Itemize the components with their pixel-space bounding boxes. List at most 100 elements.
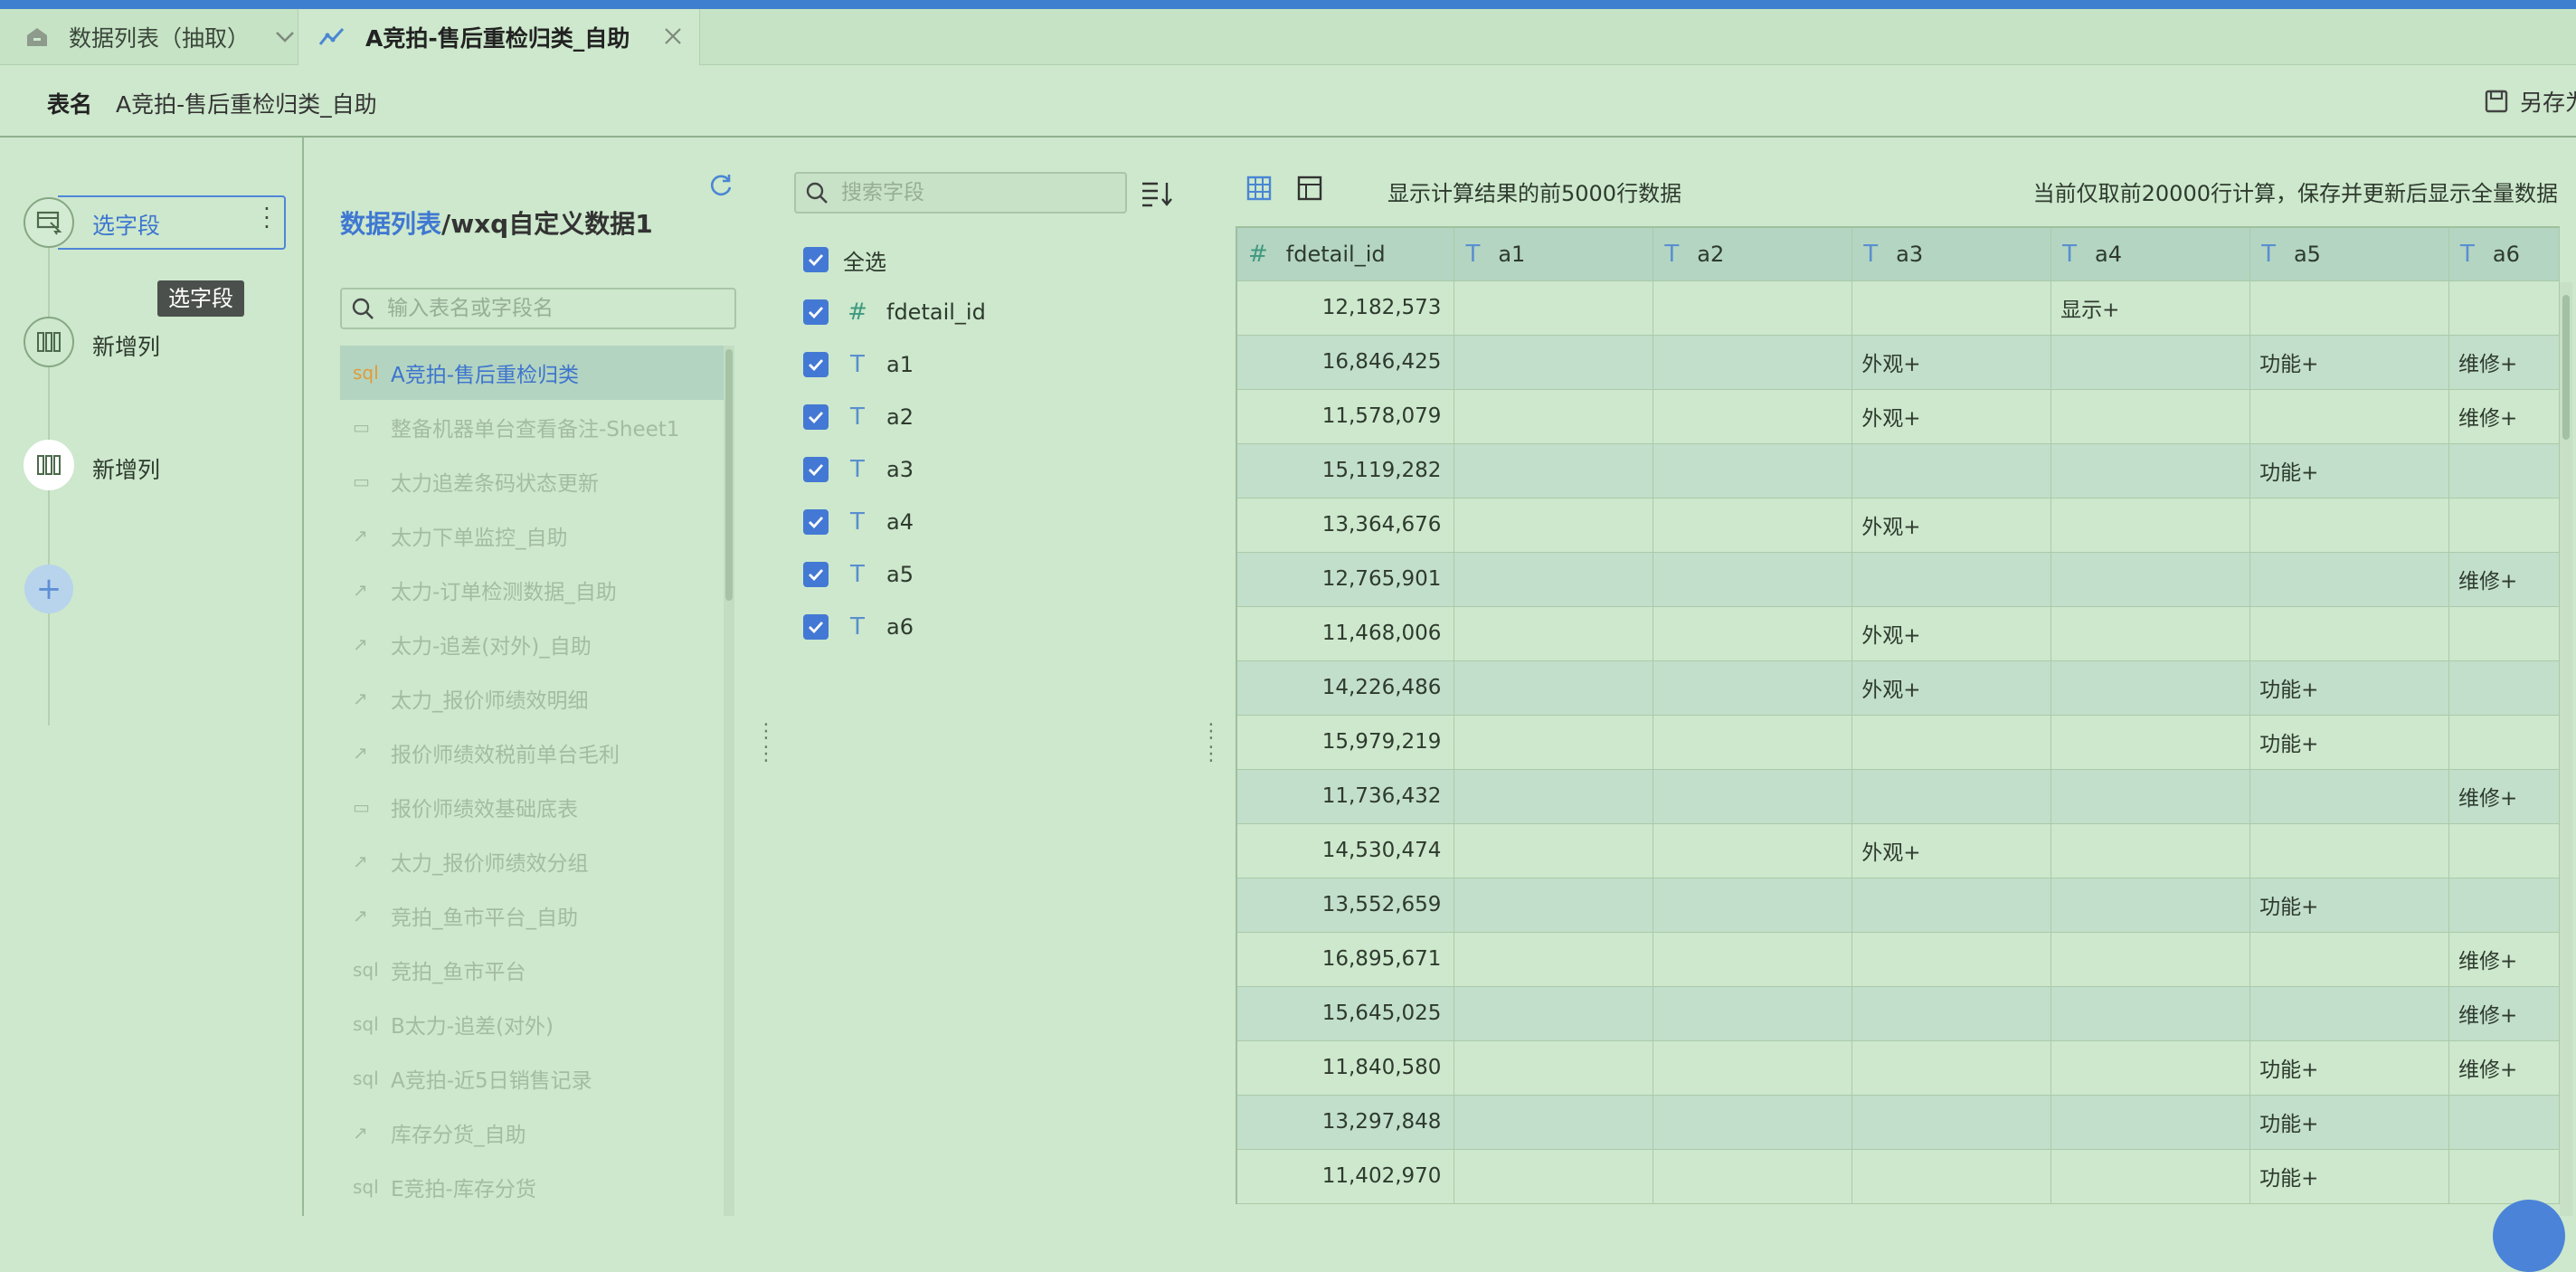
text-type-icon: T bbox=[2062, 240, 2078, 268]
table-list-item[interactable]: ↗ 报价师绩效税前单台毛利 bbox=[340, 726, 724, 780]
chevron-down-icon[interactable] bbox=[275, 31, 295, 43]
table-cell: 外观+ bbox=[1852, 606, 2052, 661]
table-cell bbox=[1852, 552, 2052, 607]
column-header[interactable]: Ta1 bbox=[1454, 228, 1654, 281]
tab-label: A竞拍-售后重检归类_自助 bbox=[365, 25, 630, 52]
database-icon: ▭ bbox=[353, 470, 370, 492]
column-header[interactable]: Ta2 bbox=[1653, 228, 1853, 281]
checkbox-checked-icon[interactable] bbox=[803, 509, 829, 535]
panel-resize-handle[interactable]: ⋮ ⋮ bbox=[756, 720, 776, 765]
search-icon bbox=[806, 182, 828, 204]
table-list-item-label: 太力_报价师绩效分组 bbox=[391, 852, 589, 876]
table-list-scrollbar[interactable] bbox=[724, 346, 734, 1216]
sort-icon[interactable] bbox=[1140, 179, 1176, 210]
field-row[interactable]: Ta1 bbox=[803, 338, 986, 391]
checkbox-checked-icon[interactable] bbox=[803, 562, 829, 587]
table-cell: 13,297,848 bbox=[1237, 1095, 1455, 1150]
select-all-label: 全选 bbox=[843, 249, 886, 275]
table-cell: 11,736,432 bbox=[1237, 769, 1455, 824]
save-as-label: 另存为 bbox=[2520, 90, 2576, 116]
field-list: 全选 # fdetail_id Ta1 Ta2 Ta3 Ta4 Ta5 Ta6 bbox=[803, 233, 986, 653]
table-cell: 功能+ bbox=[2249, 878, 2449, 933]
field-name: a1 bbox=[886, 352, 914, 377]
table-cell bbox=[1454, 1040, 1654, 1096]
table-list-item[interactable]: ↗ 竞拍_鱼市平台_自助 bbox=[340, 888, 724, 943]
checkbox-checked-icon[interactable] bbox=[803, 614, 829, 640]
table-cell bbox=[2050, 986, 2251, 1041]
field-row[interactable]: Ta6 bbox=[803, 601, 986, 653]
table-list-item[interactable]: ↗ 太力_报价师绩效分组 bbox=[340, 834, 724, 888]
database-icon: ▭ bbox=[353, 796, 370, 818]
table-cell bbox=[1852, 769, 2052, 824]
table-cell bbox=[2050, 823, 2251, 878]
panel-resize-handle[interactable]: ⋮ ⋮ bbox=[1201, 720, 1221, 765]
floating-help-button[interactable] bbox=[2493, 1200, 2565, 1272]
column-header[interactable]: Ta6 bbox=[2448, 228, 2561, 281]
column-header[interactable]: # fdetail_id bbox=[1237, 228, 1455, 281]
field-search-input[interactable] bbox=[839, 180, 1111, 205]
data-grid-scrollbar[interactable] bbox=[2560, 282, 2572, 1216]
table-list-item[interactable]: sql A竞拍-近5日销售记录 bbox=[340, 1051, 724, 1106]
checkbox-checked-icon[interactable] bbox=[803, 299, 829, 325]
table-list-item[interactable]: ▭ 报价师绩效基础底表 bbox=[340, 780, 724, 834]
more-options-icon[interactable]: · · · bbox=[262, 198, 271, 238]
table-list-item[interactable]: ↗ 太力-追差(对外)_自助 bbox=[340, 617, 724, 671]
table-list-item[interactable]: ↗ 太力_报价师绩效明细 bbox=[340, 671, 724, 726]
line-chart-icon: ↗ bbox=[353, 525, 368, 546]
table-row: 11,578,079 外观+ 维修+ bbox=[1237, 389, 2561, 444]
table-list-item[interactable]: ▭ 太力追差条码状态更新 bbox=[340, 454, 724, 508]
field-row[interactable]: Ta3 bbox=[803, 443, 986, 496]
sql-icon: sql bbox=[353, 362, 379, 384]
table-cell bbox=[2050, 1095, 2251, 1150]
field-search-box[interactable] bbox=[794, 172, 1127, 214]
table-cell bbox=[1454, 443, 1654, 498]
layout-view-icon[interactable] bbox=[1297, 176, 1322, 201]
field-row[interactable]: Ta4 bbox=[803, 496, 986, 548]
table-list-item[interactable]: sql A竞拍-售后重检归类 bbox=[340, 346, 724, 400]
checkbox-checked-icon[interactable] bbox=[803, 404, 829, 430]
table-row: 11,468,006 外观+ bbox=[1237, 606, 2561, 661]
refresh-icon[interactable] bbox=[707, 172, 734, 199]
table-list-item[interactable]: ▭ 整备机器单台查看备注-Sheet1 bbox=[340, 400, 724, 454]
add-column-icon[interactable] bbox=[24, 440, 74, 490]
tab-data-list[interactable]: 数据列表（抽取） bbox=[0, 9, 298, 65]
table-cell bbox=[1653, 552, 1853, 607]
column-header[interactable]: Ta5 bbox=[2249, 228, 2449, 281]
flow-step-label[interactable]: 新增列 bbox=[92, 329, 160, 362]
path-root-link[interactable]: 数据列表 bbox=[340, 209, 441, 239]
table-list-item[interactable]: sql B太力-追差(对外) bbox=[340, 997, 724, 1051]
table-cell bbox=[1653, 389, 1853, 444]
table-cell: 外观+ bbox=[1852, 389, 2052, 444]
field-name: a2 bbox=[886, 404, 914, 430]
add-step-button[interactable]: + bbox=[24, 565, 73, 613]
table-cell bbox=[1454, 878, 1654, 933]
table-cell bbox=[1852, 878, 2052, 933]
field-row[interactable]: Ta5 bbox=[803, 548, 986, 601]
table-list-item[interactable]: sql E竞拍-库存分货 bbox=[340, 1160, 724, 1214]
field-row[interactable]: Ta2 bbox=[803, 391, 986, 443]
table-list-item[interactable]: ↗ 太力下单监控_自助 bbox=[340, 508, 724, 563]
save-as-button[interactable]: 另存为 bbox=[2484, 85, 2576, 118]
table-list-item[interactable]: ↗ 库存分货_自助 bbox=[340, 1106, 724, 1160]
table-row: 16,846,425 外观+ 功能+ 维修+ bbox=[1237, 335, 2561, 390]
table-search-box[interactable] bbox=[340, 288, 736, 329]
tab-active-analysis[interactable]: A竞拍-售后重检归类_自助 bbox=[298, 9, 700, 65]
flow-step-label[interactable]: 新增列 bbox=[92, 452, 160, 485]
tooltip: 选字段 bbox=[157, 280, 244, 317]
select-all-row[interactable]: 全选 bbox=[803, 233, 986, 286]
database-icon: ▭ bbox=[353, 416, 370, 438]
grid-view-icon[interactable] bbox=[1246, 176, 1272, 201]
table-list-item[interactable]: sql 竞拍_鱼市平台 bbox=[340, 943, 724, 997]
checkbox-checked-icon[interactable] bbox=[803, 457, 829, 482]
checkbox-checked-icon[interactable] bbox=[803, 247, 829, 272]
close-icon[interactable] bbox=[663, 26, 683, 46]
column-header[interactable]: Ta4 bbox=[2050, 228, 2251, 281]
table-search-input[interactable] bbox=[385, 296, 711, 321]
table-list-item[interactable]: ↗ 太力-订单检测数据_自助 bbox=[340, 563, 724, 617]
table-row: 11,402,970 功能+ bbox=[1237, 1149, 2561, 1204]
checkbox-checked-icon[interactable] bbox=[803, 352, 829, 377]
column-header[interactable]: Ta3 bbox=[1852, 228, 2052, 281]
field-row[interactable]: # fdetail_id bbox=[803, 286, 986, 338]
field-select-icon[interactable] bbox=[24, 197, 74, 248]
add-column-icon[interactable] bbox=[24, 317, 74, 367]
